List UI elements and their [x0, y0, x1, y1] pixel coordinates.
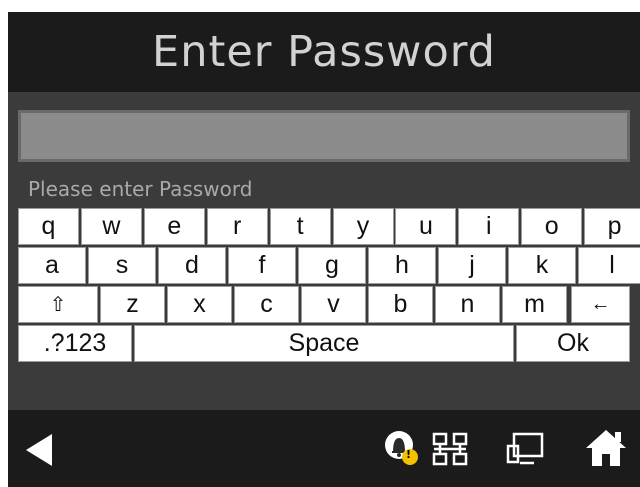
password-input[interactable]: [18, 110, 630, 162]
key-g[interactable]: g: [298, 247, 366, 284]
symbols-mode-key[interactable]: .?123: [18, 325, 132, 362]
bottom-nav-bar: !: [8, 410, 640, 487]
space-key[interactable]: Space: [134, 325, 514, 362]
key-v[interactable]: v: [301, 286, 366, 323]
key-u[interactable]: u: [395, 208, 457, 245]
notification-button[interactable]: !: [384, 428, 420, 468]
key-n[interactable]: n: [435, 286, 500, 323]
key-t[interactable]: t: [269, 208, 331, 245]
key-l[interactable]: l: [578, 247, 640, 284]
display-icon[interactable]: [506, 432, 544, 466]
ok-key[interactable]: Ok: [516, 325, 630, 362]
notification-bell-icon: [385, 431, 418, 465]
key-r[interactable]: r: [206, 208, 268, 245]
back-icon[interactable]: [24, 432, 54, 468]
key-k[interactable]: k: [508, 247, 576, 284]
key-m[interactable]: m: [502, 286, 567, 323]
key-y[interactable]: y: [332, 208, 394, 245]
device-screen: Enter Password Please enter Password qwe…: [8, 12, 640, 487]
key-b[interactable]: b: [368, 286, 433, 323]
key-a[interactable]: a: [18, 247, 86, 284]
key-f[interactable]: f: [228, 247, 296, 284]
key-o[interactable]: o: [521, 208, 583, 245]
key-d[interactable]: d: [158, 247, 226, 284]
key-e[interactable]: e: [143, 208, 205, 245]
shift-key[interactable]: ⇧: [18, 286, 98, 323]
key-q[interactable]: q: [18, 208, 79, 245]
key-c[interactable]: c: [234, 286, 299, 323]
key-s[interactable]: s: [88, 247, 156, 284]
page-title: Enter Password: [152, 27, 496, 77]
title-bar: Enter Password: [8, 12, 640, 92]
key-p[interactable]: p: [584, 208, 640, 245]
key-h[interactable]: h: [368, 247, 436, 284]
key-w[interactable]: w: [80, 208, 142, 245]
key-z[interactable]: z: [100, 286, 165, 323]
home-icon[interactable]: [584, 428, 628, 468]
key-x[interactable]: x: [167, 286, 232, 323]
network-icon[interactable]: [432, 432, 468, 466]
notification-badge: !: [406, 448, 412, 461]
key-i[interactable]: i: [458, 208, 520, 245]
backspace-key[interactable]: ←: [571, 286, 630, 323]
key-j[interactable]: j: [438, 247, 506, 284]
password-hint: Please enter Password: [28, 177, 253, 201]
